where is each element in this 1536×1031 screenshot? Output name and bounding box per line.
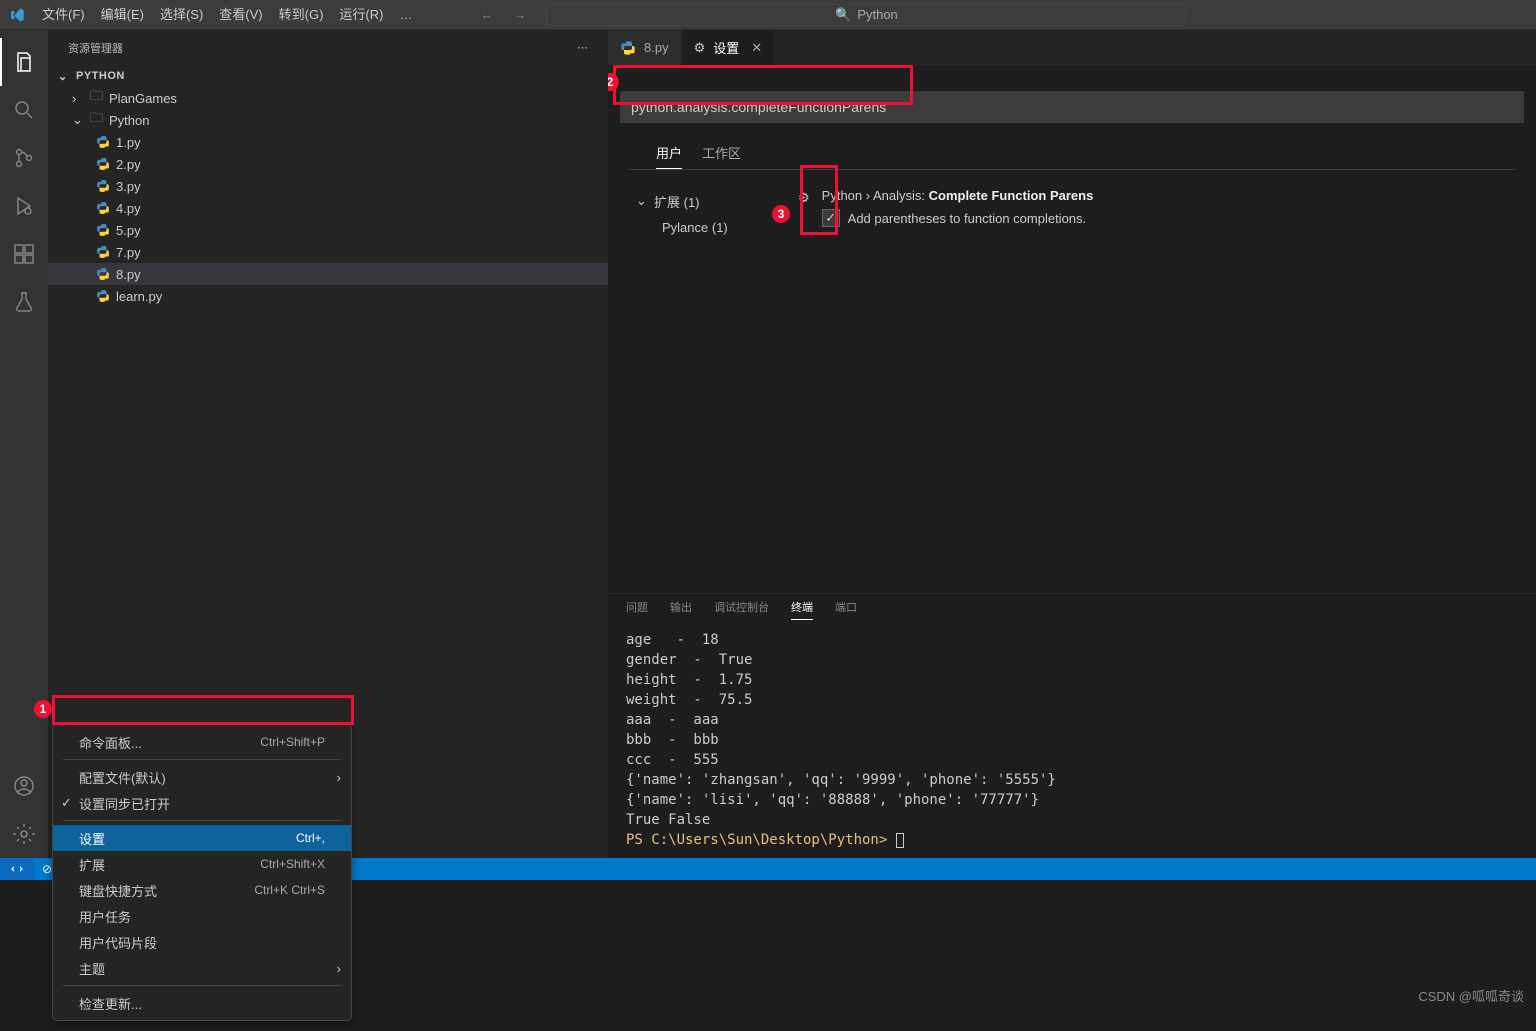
menu-run[interactable]: 运行(R) [331, 0, 391, 30]
command-center-text: Python [857, 7, 897, 22]
terminal-output[interactable]: age - 18 gender - True height - 1.75 wei… [608, 624, 1536, 858]
activity-scm-icon[interactable] [0, 134, 48, 182]
tree-file[interactable]: learn.py [48, 285, 608, 307]
tree-folder[interactable]: ›🗀PlanGames [48, 87, 608, 109]
search-icon: 🔍 [835, 7, 851, 23]
context-menu-item[interactable]: 检查更新... [53, 990, 351, 1016]
tree-file[interactable]: 2.py [48, 153, 608, 175]
activity-extensions-icon[interactable] [0, 230, 48, 278]
explorer-more-icon[interactable]: ⋯ [577, 41, 588, 54]
context-menu: 命令面板...Ctrl+Shift+P 配置文件(默认)›✓设置同步已打开设置Ct… [52, 724, 352, 1021]
menu-goto[interactable]: 转到(G) [271, 0, 332, 30]
close-icon[interactable]: ✕ [751, 40, 762, 56]
menu-select[interactable]: 选择(S) [152, 0, 211, 30]
tree-file[interactable]: 8.py [48, 263, 608, 285]
tree-file[interactable]: 5.py [48, 219, 608, 241]
activity-explorer-icon[interactable] [0, 38, 48, 86]
nav-back-icon[interactable]: ← [480, 7, 493, 22]
tree-root[interactable]: ⌄PYTHON [48, 65, 608, 87]
activity-bar [0, 30, 48, 858]
editor-tab[interactable]: ⚙设置✕ [682, 30, 776, 65]
menu-edit[interactable]: 编辑(E) [93, 0, 152, 30]
context-menu-item[interactable]: 主题› [53, 955, 351, 981]
activity-search-icon[interactable] [0, 86, 48, 134]
tree-file[interactable]: 7.py [48, 241, 608, 263]
vscode-logo-icon [0, 7, 34, 23]
panel-tab-problems[interactable]: 问题 [626, 599, 648, 619]
panel-tab-terminal[interactable]: 终端 [791, 599, 813, 620]
context-menu-item[interactable]: 键盘快捷方式Ctrl+K Ctrl+S [53, 877, 351, 903]
context-menu-item[interactable]: 用户任务 [53, 903, 351, 929]
tree-file[interactable]: 4.py [48, 197, 608, 219]
activity-run-icon[interactable] [0, 182, 48, 230]
watermark: CSDN @呱呱奇谈 [1418, 986, 1524, 1005]
setting-title: Python › Analysis: Complete Function Par… [822, 188, 1094, 203]
settings-scope-workspace[interactable]: 工作区 [702, 143, 741, 169]
activity-testing-icon[interactable] [0, 278, 48, 326]
menu-view[interactable]: 查看(V) [211, 0, 270, 30]
context-menu-item[interactable]: 扩展Ctrl+Shift+X [53, 851, 351, 877]
context-menu-item[interactable]: ✓设置同步已打开 [53, 790, 351, 816]
settings-scope-user[interactable]: 用户 [656, 143, 682, 169]
tree-file[interactable]: 3.py [48, 175, 608, 197]
activity-account-icon[interactable] [0, 762, 48, 810]
status-remote-icon[interactable] [0, 858, 34, 880]
menu-file[interactable]: 文件(F) [34, 0, 93, 30]
context-menu-item[interactable]: 配置文件(默认)› [53, 764, 351, 790]
panel-tab-debugconsole[interactable]: 调试控制台 [714, 599, 769, 619]
chevron-down-icon: ⌄ [636, 193, 648, 209]
menu-bar: 文件(F) 编辑(E) 选择(S) 查看(V) 转到(G) 运行(R) … [34, 0, 420, 30]
tree-folder[interactable]: ⌄🗀Python [48, 109, 608, 131]
panel-tab-output[interactable]: 输出 [670, 599, 692, 619]
context-menu-item[interactable]: 用户代码片段 [53, 929, 351, 955]
settings-nav-pylance[interactable]: Pylance (1) [636, 214, 778, 240]
context-menu-item[interactable]: 设置Ctrl+, [53, 825, 351, 851]
explorer-title: 资源管理器 [68, 40, 123, 56]
activity-settings-icon[interactable] [0, 810, 48, 858]
annotation-marker-1: 1 [34, 700, 52, 718]
annotation-box-3 [800, 165, 838, 235]
context-menu-item[interactable]: 命令面板...Ctrl+Shift+P [53, 729, 351, 755]
editor-tab[interactable]: 8.py [608, 30, 682, 65]
settings-nav-extensions[interactable]: ⌄ 扩展 (1) [636, 188, 778, 214]
nav-fwd-icon[interactable]: → [513, 7, 526, 22]
editor-tabs: 8.py⚙设置✕ [608, 30, 1536, 65]
menu-more-icon[interactable]: … [391, 0, 420, 30]
annotation-marker-3: 3 [772, 205, 790, 223]
tree-file[interactable]: 1.py [48, 131, 608, 153]
annotation-box-2 [613, 65, 913, 105]
command-center-search[interactable]: 🔍 Python [546, 4, 1186, 26]
setting-desc: Add parentheses to function completions. [848, 211, 1086, 226]
annotation-box-1 [52, 695, 354, 725]
panel-tab-ports[interactable]: 端口 [835, 599, 857, 619]
